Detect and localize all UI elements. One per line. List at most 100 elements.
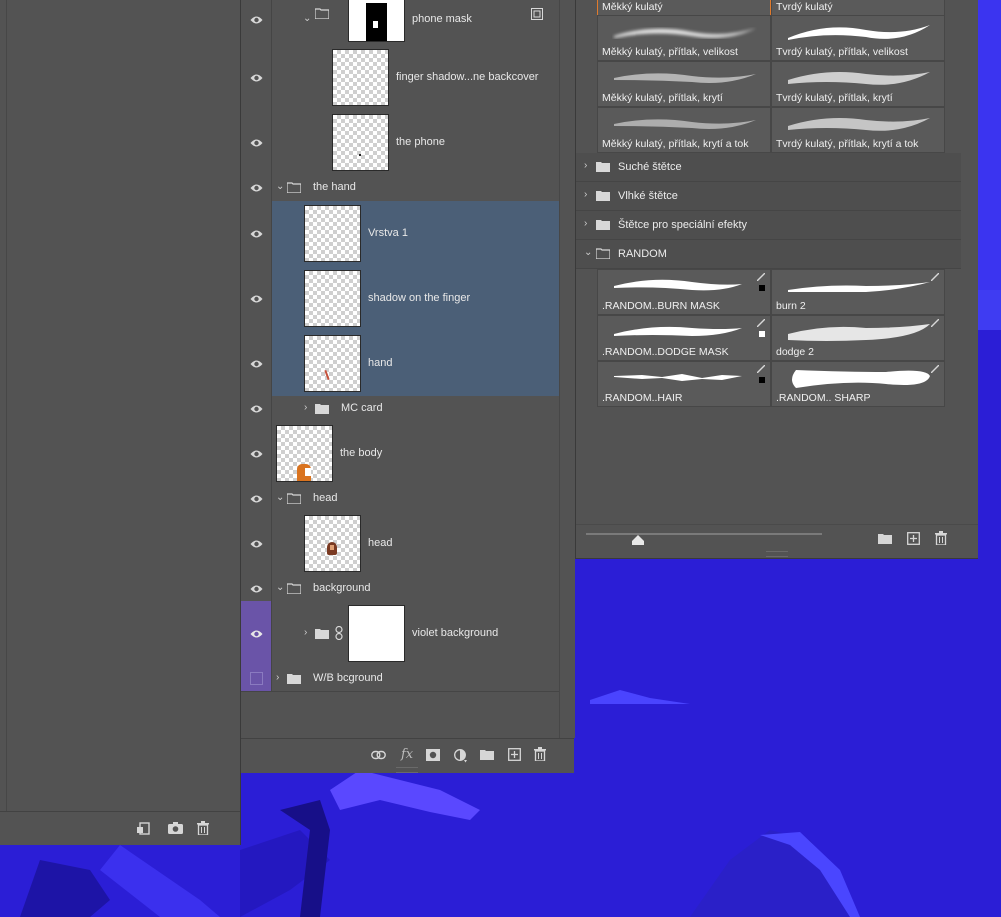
brush-preset[interactable]: .RANDOM.. SHARP [771, 361, 945, 407]
brush-preset[interactable]: .RANDOM..DODGE MASK [597, 315, 771, 361]
link-icon[interactable] [371, 750, 386, 760]
brush-preset[interactable]: Tvrdý kulatý, přítlak, krytí a tok [771, 107, 945, 153]
chevron-right-icon[interactable]: › [584, 160, 587, 171]
brush-preset[interactable]: Tvrdý kulatý, přítlak, krytí [771, 61, 945, 107]
brush-preset[interactable]: dodge 2 [771, 315, 945, 361]
eye-icon[interactable] [250, 538, 263, 550]
layer-name: head [368, 536, 393, 549]
chevron-down-icon[interactable]: ⌄ [276, 181, 284, 192]
visibility-toggle[interactable] [241, 511, 272, 576]
layer-row[interactable]: finger shadow...ne backcover [241, 45, 559, 111]
trash-icon[interactable] [197, 821, 209, 835]
new-brush-icon[interactable] [907, 532, 920, 545]
brush-name: Měkký kulatý, přítlak, krytí a tok [602, 138, 749, 150]
adjustment-icon[interactable] [454, 749, 468, 763]
layer-thumbnail [276, 425, 333, 482]
folder-icon[interactable] [480, 749, 494, 760]
brush-group-row[interactable]: › Štětce pro speciální efekty [576, 211, 961, 240]
size-slider-thumb[interactable] [632, 535, 644, 545]
fx-icon[interactable]: fx [401, 747, 413, 762]
brush-preset[interactable]: burn 2 [771, 269, 945, 315]
layer-row[interactable]: the phone [241, 110, 559, 176]
eye-icon[interactable] [250, 493, 263, 505]
eye-icon[interactable] [250, 228, 263, 240]
layer-row[interactable]: head [241, 511, 559, 577]
brush-preset[interactable]: Měkký kulatý, přítlak, velikost [597, 15, 771, 61]
trash-icon[interactable] [534, 747, 546, 761]
eye-icon[interactable] [250, 448, 263, 460]
resize-grip[interactable] [396, 767, 418, 773]
snapshot-camera-icon[interactable] [168, 822, 183, 834]
chevron-right-icon[interactable]: › [276, 672, 279, 683]
visibility-toggle[interactable] [241, 201, 272, 266]
brushes-panel: Měkký kulatý Tvrdý kulatý Měkký kulatý, … [575, 0, 978, 559]
eye-icon[interactable] [250, 182, 263, 194]
layer-row[interactable]: ⌄ phone mask [241, 0, 559, 46]
eye-icon[interactable] [250, 403, 263, 415]
brush-name: dodge 2 [776, 346, 814, 358]
visibility-toggle[interactable] [241, 486, 272, 511]
new-document-from-state-icon[interactable] [137, 822, 151, 835]
eye-icon[interactable] [250, 72, 263, 84]
chevron-right-icon[interactable]: › [304, 627, 307, 638]
layer-group-row[interactable]: ⌄ background [241, 576, 559, 602]
brush-preset[interactable]: .RANDOM..HAIR [597, 361, 771, 407]
brush-name: Měkký kulatý, přítlak, krytí [602, 92, 723, 104]
chevron-down-icon[interactable]: ⌄ [303, 13, 311, 24]
visibility-toggle[interactable] [241, 266, 272, 331]
brush-preset[interactable]: Tvrdý kulatý [771, 0, 945, 16]
layer-group-row[interactable]: › W/B bcground [241, 666, 559, 692]
visibility-toggle[interactable] [241, 331, 272, 396]
brush-preset[interactable]: .RANDOM..BURN MASK [597, 269, 771, 315]
group-name: MC card [341, 401, 383, 414]
brush-group-row[interactable]: › Suché štětce [576, 153, 961, 182]
layer-group-row[interactable]: › MC card [241, 396, 559, 422]
folder-icon[interactable] [878, 533, 892, 544]
layers-scrollbar[interactable] [559, 0, 575, 738]
hidden-visibility-box[interactable] [250, 672, 263, 685]
layer-group-row[interactable]: ⌄ head [241, 486, 559, 512]
resize-grip[interactable] [766, 551, 788, 557]
chevron-right-icon[interactable]: › [584, 218, 587, 229]
new-layer-icon[interactable] [508, 748, 521, 761]
brush-name: .RANDOM..HAIR [602, 392, 683, 404]
mask-icon[interactable] [426, 749, 440, 761]
brush-name: Tvrdý kulatý [776, 1, 833, 13]
chevron-right-icon[interactable]: › [304, 402, 307, 413]
brush-group-row[interactable]: › Vlhké štětce [576, 182, 961, 211]
visibility-toggle[interactable] [241, 666, 272, 691]
visibility-toggle[interactable] [241, 110, 272, 175]
visibility-toggle[interactable] [241, 601, 272, 666]
brush-preset[interactable]: Měkký kulatý, přítlak, krytí [597, 61, 771, 107]
layer-row[interactable]: Vrstva 1 [241, 201, 559, 267]
visibility-toggle[interactable] [241, 396, 272, 421]
size-slider-track[interactable] [586, 533, 822, 535]
eye-icon[interactable] [250, 137, 263, 149]
eye-icon[interactable] [250, 583, 263, 595]
eye-icon[interactable] [250, 358, 263, 370]
visibility-toggle[interactable] [241, 576, 272, 601]
chevron-down-icon[interactable]: ⌄ [276, 582, 284, 593]
trash-icon[interactable] [935, 531, 947, 545]
eye-icon[interactable] [250, 14, 263, 26]
visibility-toggle[interactable] [241, 175, 272, 201]
brush-preset[interactable]: Tvrdý kulatý, přítlak, velikost [771, 15, 945, 61]
folder-icon [596, 162, 610, 172]
visibility-toggle[interactable] [241, 0, 272, 45]
brush-preset[interactable]: Měkký kulatý, přítlak, krytí a tok [597, 107, 771, 153]
eye-icon[interactable] [250, 628, 263, 640]
layer-row[interactable]: › violet background [241, 601, 559, 667]
layer-row[interactable]: shadow on the finger [241, 266, 559, 332]
chevron-down-icon[interactable]: ⌄ [276, 492, 284, 503]
layer-row[interactable]: hand [241, 331, 559, 397]
brush-preset[interactable]: Měkký kulatý [597, 0, 771, 16]
layer-group-row[interactable]: ⌄ the hand [241, 175, 559, 202]
visibility-toggle[interactable] [241, 421, 272, 486]
eye-icon[interactable] [250, 293, 263, 305]
chevron-right-icon[interactable]: › [584, 189, 587, 200]
chevron-down-icon[interactable]: ⌄ [584, 247, 592, 258]
visibility-toggle[interactable] [241, 45, 272, 110]
brush-group-row[interactable]: ⌄ RANDOM [576, 240, 961, 269]
layer-thumbnail [304, 205, 361, 262]
layer-row[interactable]: the body [241, 421, 559, 487]
